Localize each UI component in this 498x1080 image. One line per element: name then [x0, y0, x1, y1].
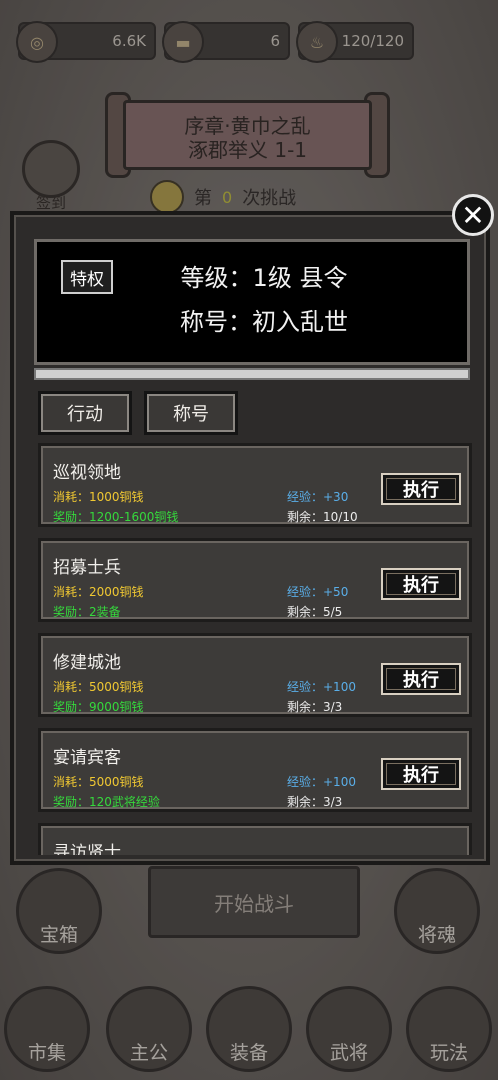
task-cost: 消耗：1000铜钱: [53, 490, 144, 504]
title-text: 称号：初入乱世: [180, 308, 348, 336]
task-exp: 经验：+50: [287, 585, 349, 599]
task-name: 宴请宾客: [53, 748, 121, 768]
tab-actions[interactable]: 行动: [38, 391, 132, 435]
list-item: 修建城池 消耗：5000铜钱 奖励：9000铜钱 经验：+100 剩余：3/3 …: [38, 633, 472, 717]
task-exp: 经验：+30: [287, 490, 349, 504]
execute-button[interactable]: 执行: [381, 568, 461, 600]
list-item: 宴请宾客 消耗：5000铜钱 奖励：120武将经验 经验：+100 剩余：3/3…: [38, 728, 472, 812]
task-name: 巡视领地: [53, 463, 121, 483]
task-cost: 消耗：5000铜钱: [53, 680, 144, 694]
tab-actions-label: 行动: [67, 404, 103, 425]
task-remaining: 剩余：5/5: [287, 605, 343, 619]
task-remaining: 剩余：3/3: [287, 795, 343, 809]
task-cost: 消耗：2000铜钱: [53, 585, 144, 599]
rank-progress-bar: [34, 368, 470, 380]
task-reward: 奖励：2装备: [53, 605, 121, 619]
execute-label: 执行: [403, 480, 439, 501]
execute-label: 执行: [403, 670, 439, 691]
task-reward: 奖励：120武将经验: [53, 795, 160, 809]
execute-button[interactable]: 执行: [381, 758, 461, 790]
tab-titles[interactable]: 称号: [144, 391, 238, 435]
rank-info-panel: 特权 等级：1级 县令 称号：初入乱世: [34, 239, 470, 365]
task-reward: 奖励：1200-1600铜钱: [53, 510, 179, 524]
list-item: 寻访贤士: [38, 823, 472, 855]
task-name: 招募士兵: [53, 558, 121, 578]
task-exp: 经验：+100: [287, 680, 356, 694]
task-name: 寻访贤士: [53, 843, 121, 855]
task-remaining: 剩余：3/3: [287, 700, 343, 714]
execute-label: 执行: [403, 765, 439, 786]
execute-button[interactable]: 执行: [381, 473, 461, 505]
task-name: 修建城池: [53, 653, 121, 673]
task-remaining: 剩余：10/10: [287, 510, 358, 524]
rank-text: 等级：1级 县令: [180, 264, 348, 292]
close-symbol: ✕: [461, 198, 485, 232]
close-icon[interactable]: ✕: [452, 194, 494, 236]
list-item: 招募士兵 消耗：2000铜钱 奖励：2装备 经验：+50 剩余：5/5 执行: [38, 538, 472, 622]
task-exp: 经验：+100: [287, 775, 356, 789]
task-reward: 奖励：9000铜钱: [53, 700, 144, 714]
action-list[interactable]: 巡视领地 消耗：1000铜钱 奖励：1200-1600铜钱 经验：+30 剩余：…: [34, 443, 474, 855]
execute-label: 执行: [403, 575, 439, 596]
task-cost: 消耗：5000铜钱: [53, 775, 144, 789]
list-item: 巡视领地 消耗：1000铜钱 奖励：1200-1600铜钱 经验：+30 剩余：…: [38, 443, 472, 527]
rank-modal: 特权 等级：1级 县令 称号：初入乱世 行动 称号 巡视领地 消耗：1000铜钱…: [10, 211, 490, 865]
tab-titles-label: 称号: [173, 404, 209, 425]
execute-button[interactable]: 执行: [381, 663, 461, 695]
